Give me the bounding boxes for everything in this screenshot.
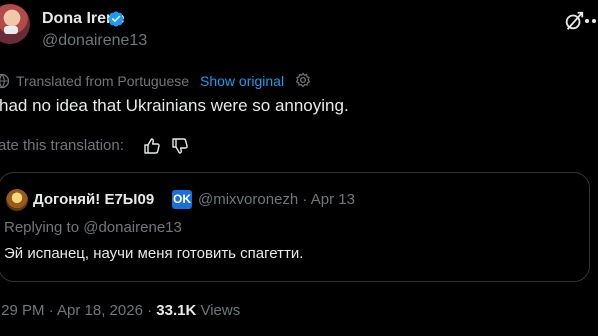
quoted-author-display-name: Догоняй! E7Ы09 (33, 191, 155, 208)
verified-badge-icon (108, 11, 124, 27)
grok-icon[interactable] (563, 10, 585, 32)
author-avatar[interactable] (0, 4, 30, 44)
more-icon[interactable] (584, 18, 598, 24)
globe-icon (0, 73, 10, 89)
ok-badge-icon: OK (172, 190, 192, 209)
tweet-text: had no idea that Ukrainians were so anno… (0, 96, 349, 115)
quoted-author-avatar (6, 189, 28, 211)
tweet-meta: :29 PM · Apr 18, 2026 · 33.1K Views (0, 302, 240, 320)
show-original-link[interactable]: Show original (200, 73, 284, 90)
thumb-up-icon[interactable] (143, 137, 161, 155)
thumb-down-icon[interactable] (171, 137, 189, 155)
views-label: Views (196, 302, 241, 319)
translated-from-label: Translated from Portuguese (16, 73, 190, 89)
views-count: 33.1K (156, 302, 197, 319)
gear-icon[interactable] (295, 72, 311, 88)
tweet-timestamp[interactable]: :29 PM · Apr 18, 2026 · (0, 302, 156, 319)
quoted-replying-to: Replying to @donairene13 (4, 219, 182, 236)
quoted-tweet-text: Эй испанец, научи меня готовить спагетти… (4, 245, 304, 262)
rate-translation-label: ate this translation: (0, 137, 124, 154)
quoted-author-handle-date: @mixvoronezh · Apr 13 (198, 191, 355, 208)
author-handle[interactable]: @donairene13 (42, 31, 147, 51)
